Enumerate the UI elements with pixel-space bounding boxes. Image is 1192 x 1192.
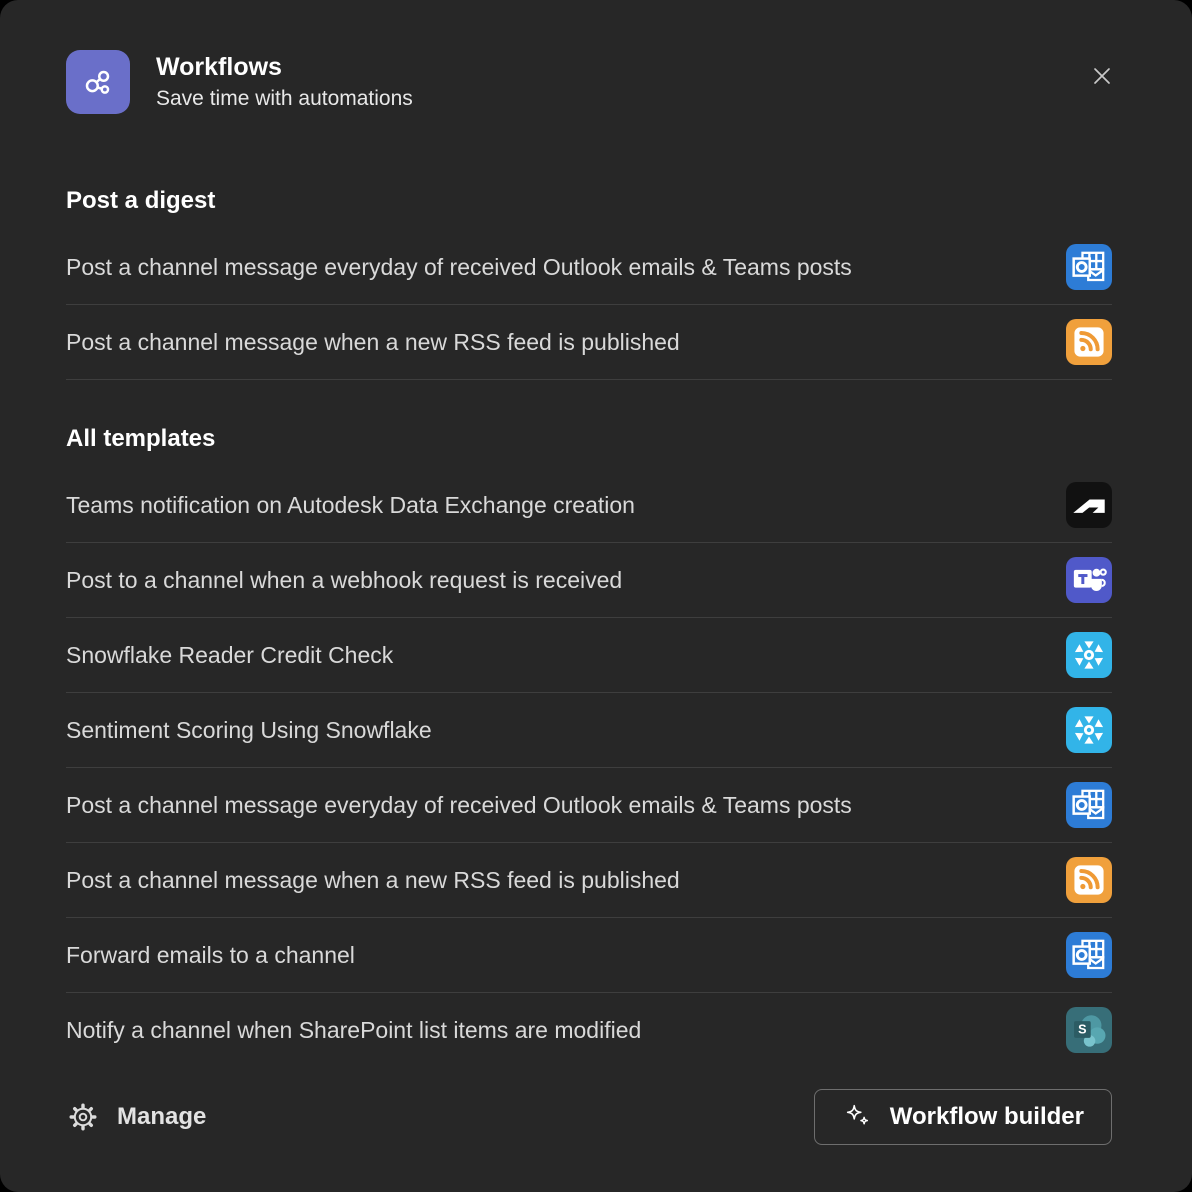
template-row[interactable]: Snowflake Reader Credit Check	[66, 618, 1112, 693]
dialog-title: Workflows	[156, 52, 1082, 83]
template-label: Sentiment Scoring Using Snowflake	[66, 717, 444, 744]
template-label: Post a channel message everyday of recei…	[66, 792, 864, 819]
dialog-subtitle: Save time with automations	[156, 85, 1082, 112]
teams-icon	[1066, 557, 1112, 603]
section-post-a-digest: Post a digest Post a channel message eve…	[66, 186, 1112, 380]
section-heading: All templates	[66, 424, 1112, 454]
template-row[interactable]: Notify a channel when SharePoint list it…	[66, 993, 1112, 1067]
template-label: Notify a channel when SharePoint list it…	[66, 1017, 653, 1044]
sparkle-icon	[842, 1101, 874, 1133]
header-text: Workflows Save time with automations	[156, 52, 1082, 113]
rss-icon	[1066, 319, 1112, 365]
outlook-icon	[1066, 244, 1112, 290]
section-heading: Post a digest	[66, 186, 1112, 216]
close-icon[interactable]	[1082, 56, 1122, 96]
manage-button[interactable]: Manage	[66, 1090, 206, 1144]
manage-label: Manage	[117, 1103, 206, 1131]
snowflake-icon	[1066, 632, 1112, 678]
workflow-builder-label: Workflow builder	[890, 1103, 1084, 1131]
template-label: Forward emails to a channel	[66, 942, 367, 969]
outlook-icon	[1066, 932, 1112, 978]
template-row[interactable]: Post a channel message everyday of recei…	[66, 230, 1112, 305]
template-row[interactable]: Sentiment Scoring Using Snowflake	[66, 693, 1112, 768]
template-row[interactable]: Post a channel message when a new RSS fe…	[66, 843, 1112, 918]
template-row[interactable]: Post a channel message everyday of recei…	[66, 768, 1112, 843]
template-label: Post to a channel when a webhook request…	[66, 567, 634, 594]
template-list: Teams notification on Autodesk Data Exch…	[66, 468, 1112, 1067]
sharepoint-icon	[1066, 1007, 1112, 1053]
autodesk-icon	[1066, 482, 1112, 528]
template-label: Post a channel message when a new RSS fe…	[66, 329, 692, 356]
outlook-icon	[1066, 782, 1112, 828]
dialog-footer: Manage Workflow builder	[66, 1089, 1112, 1145]
section-all-templates: All templates Teams notification on Auto…	[66, 424, 1112, 1067]
template-row[interactable]: Teams notification on Autodesk Data Exch…	[66, 468, 1112, 543]
template-row[interactable]: Post to a channel when a webhook request…	[66, 543, 1112, 618]
template-row[interactable]: Forward emails to a channel	[66, 918, 1112, 993]
rss-icon	[1066, 857, 1112, 903]
snowflake-icon	[1066, 707, 1112, 753]
template-list: Post a channel message everyday of recei…	[66, 230, 1112, 380]
template-label: Snowflake Reader Credit Check	[66, 642, 405, 669]
workflows-dialog: Workflows Save time with automations Pos…	[0, 0, 1192, 1192]
template-row[interactable]: Post a channel message when a new RSS fe…	[66, 305, 1112, 380]
workflows-icon	[66, 50, 130, 114]
template-label: Post a channel message when a new RSS fe…	[66, 867, 692, 894]
template-label: Teams notification on Autodesk Data Exch…	[66, 492, 647, 519]
dialog-header: Workflows Save time with automations	[66, 50, 1112, 114]
template-label: Post a channel message everyday of recei…	[66, 254, 864, 281]
gear-icon	[66, 1100, 100, 1134]
workflow-builder-button[interactable]: Workflow builder	[814, 1089, 1112, 1145]
